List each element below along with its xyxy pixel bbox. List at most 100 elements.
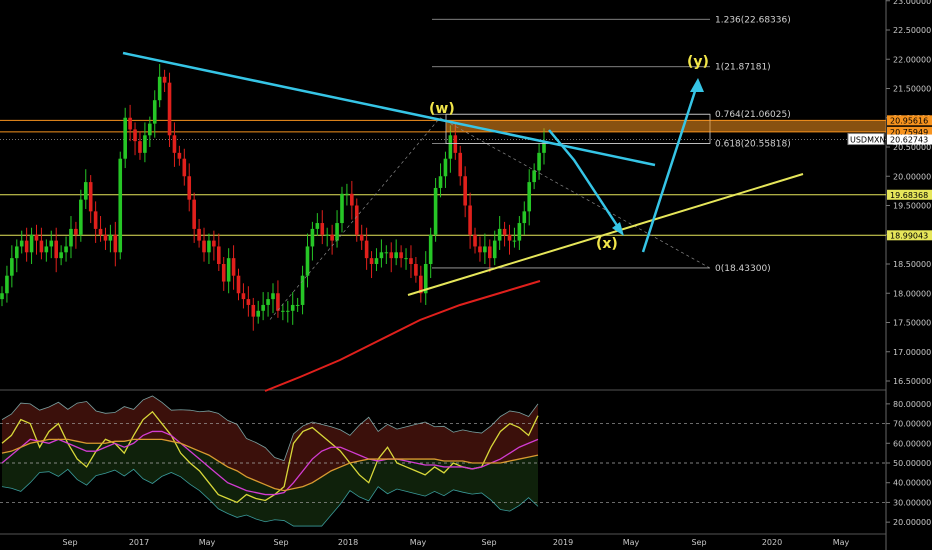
last-price-tag: USDMXN 20.62743 bbox=[847, 133, 932, 146]
x-tick-label: May bbox=[623, 538, 640, 547]
price-tag-label: 20.95616 bbox=[890, 116, 928, 125]
x-tick-label: Sep bbox=[273, 538, 288, 547]
candle-body bbox=[320, 223, 325, 235]
price-tag: 19.68368 bbox=[887, 189, 932, 200]
candle-body bbox=[69, 228, 73, 247]
candle bbox=[118, 151, 123, 260]
y-tick-label: 17.00000 bbox=[893, 348, 931, 357]
candle-body bbox=[138, 141, 142, 153]
y-tick-label: 18.50000 bbox=[893, 260, 931, 269]
candle-body bbox=[271, 293, 275, 300]
wave-label: (w) bbox=[429, 101, 455, 117]
candle-body bbox=[231, 258, 236, 276]
x-tick-label: Sep bbox=[691, 538, 706, 547]
candle-body bbox=[527, 182, 532, 212]
candle-body bbox=[537, 152, 541, 171]
candle-body bbox=[197, 228, 201, 241]
x-tick-label: 2018 bbox=[338, 538, 358, 547]
candle-body bbox=[83, 182, 88, 200]
osc-y-tick-label: 70.00000 bbox=[893, 420, 931, 429]
candle-body bbox=[49, 240, 54, 247]
candle-body bbox=[379, 252, 384, 259]
candle-body bbox=[256, 310, 261, 317]
price-tag-label: 19.68368 bbox=[890, 191, 928, 200]
candle-body bbox=[44, 246, 49, 253]
candle-body bbox=[492, 240, 497, 259]
candle-body bbox=[5, 275, 9, 294]
candle-body bbox=[261, 304, 265, 311]
y-tick-label: 20.00000 bbox=[893, 172, 931, 181]
resistance-zone bbox=[446, 120, 886, 132]
y-tick-label: 22.00000 bbox=[893, 55, 931, 64]
y-tick-label: 17.50000 bbox=[893, 319, 931, 328]
candle-body bbox=[167, 82, 172, 136]
candle-body bbox=[14, 246, 19, 259]
candle-body bbox=[0, 293, 4, 300]
candle-body bbox=[162, 76, 167, 83]
candle-body bbox=[64, 246, 68, 253]
price-tag: 18.99043 bbox=[887, 230, 932, 241]
osc-y-tick-label: 30.00000 bbox=[893, 498, 931, 507]
candle-body bbox=[29, 234, 34, 253]
usdmxn-chart[interactable]: 1.236(22.68336) 1(21.87181) 0.764(21.06025… bbox=[0, 0, 932, 550]
candle-body bbox=[54, 240, 58, 259]
candle-body bbox=[172, 135, 177, 153]
candle-body bbox=[517, 223, 522, 241]
osc-y-tick-label: 40.00000 bbox=[893, 479, 931, 488]
candle-body bbox=[98, 228, 103, 235]
y-tick-label: 19.50000 bbox=[893, 202, 931, 211]
candle-body bbox=[290, 304, 295, 311]
candle-body bbox=[350, 193, 354, 206]
candle-body bbox=[251, 304, 256, 317]
candle-body bbox=[458, 152, 463, 177]
candle-body bbox=[24, 240, 29, 253]
candle-body bbox=[438, 176, 443, 188]
candle-body bbox=[310, 228, 315, 247]
candle-body bbox=[384, 252, 389, 254]
candle-body bbox=[478, 246, 482, 253]
candle-body bbox=[433, 187, 438, 235]
candle-body bbox=[404, 258, 408, 260]
candle-body bbox=[443, 158, 448, 177]
candle-body bbox=[488, 246, 492, 259]
candle-body bbox=[409, 258, 413, 264]
candle-body bbox=[394, 252, 398, 259]
candle-body bbox=[453, 135, 458, 153]
candle-body bbox=[19, 240, 24, 247]
candle-body bbox=[123, 117, 127, 159]
candle-body bbox=[88, 182, 93, 212]
candle-body bbox=[266, 299, 270, 305]
candle-body bbox=[74, 228, 78, 235]
candle-body bbox=[330, 234, 334, 241]
symbol-label: USDMXN bbox=[850, 136, 885, 145]
candle-body bbox=[522, 211, 527, 224]
candle-body bbox=[359, 234, 364, 241]
wave-label: (y) bbox=[687, 54, 709, 70]
candle-body bbox=[428, 234, 433, 264]
fib-level-label: 0.764(21.06025) bbox=[715, 110, 791, 120]
candle-body bbox=[221, 264, 226, 282]
osc-y-tick-label: 50.00000 bbox=[893, 459, 931, 468]
fib-level-label: 1(21.87181) bbox=[715, 63, 771, 73]
candle-body bbox=[202, 240, 206, 253]
candle-body bbox=[335, 223, 339, 241]
x-tick-label: Sep bbox=[62, 538, 77, 547]
candle-body bbox=[281, 310, 285, 312]
candle-body bbox=[325, 234, 329, 236]
candle-body bbox=[157, 76, 162, 101]
price-tag-label: 18.99043 bbox=[890, 231, 928, 240]
candle-body bbox=[226, 258, 231, 282]
candle-body bbox=[389, 252, 394, 259]
candle-body bbox=[128, 117, 132, 130]
candle-body bbox=[217, 246, 221, 264]
candle-body bbox=[79, 199, 83, 235]
price-tag: 20.95616 bbox=[887, 115, 932, 126]
x-tick-label: 2019 bbox=[553, 538, 573, 547]
candle-body bbox=[468, 205, 472, 235]
candle-body bbox=[10, 258, 14, 276]
candle-body bbox=[345, 193, 349, 195]
candle-body bbox=[177, 152, 182, 159]
candle-body bbox=[93, 211, 98, 229]
candle-body bbox=[133, 129, 137, 142]
candle-body bbox=[512, 240, 517, 242]
